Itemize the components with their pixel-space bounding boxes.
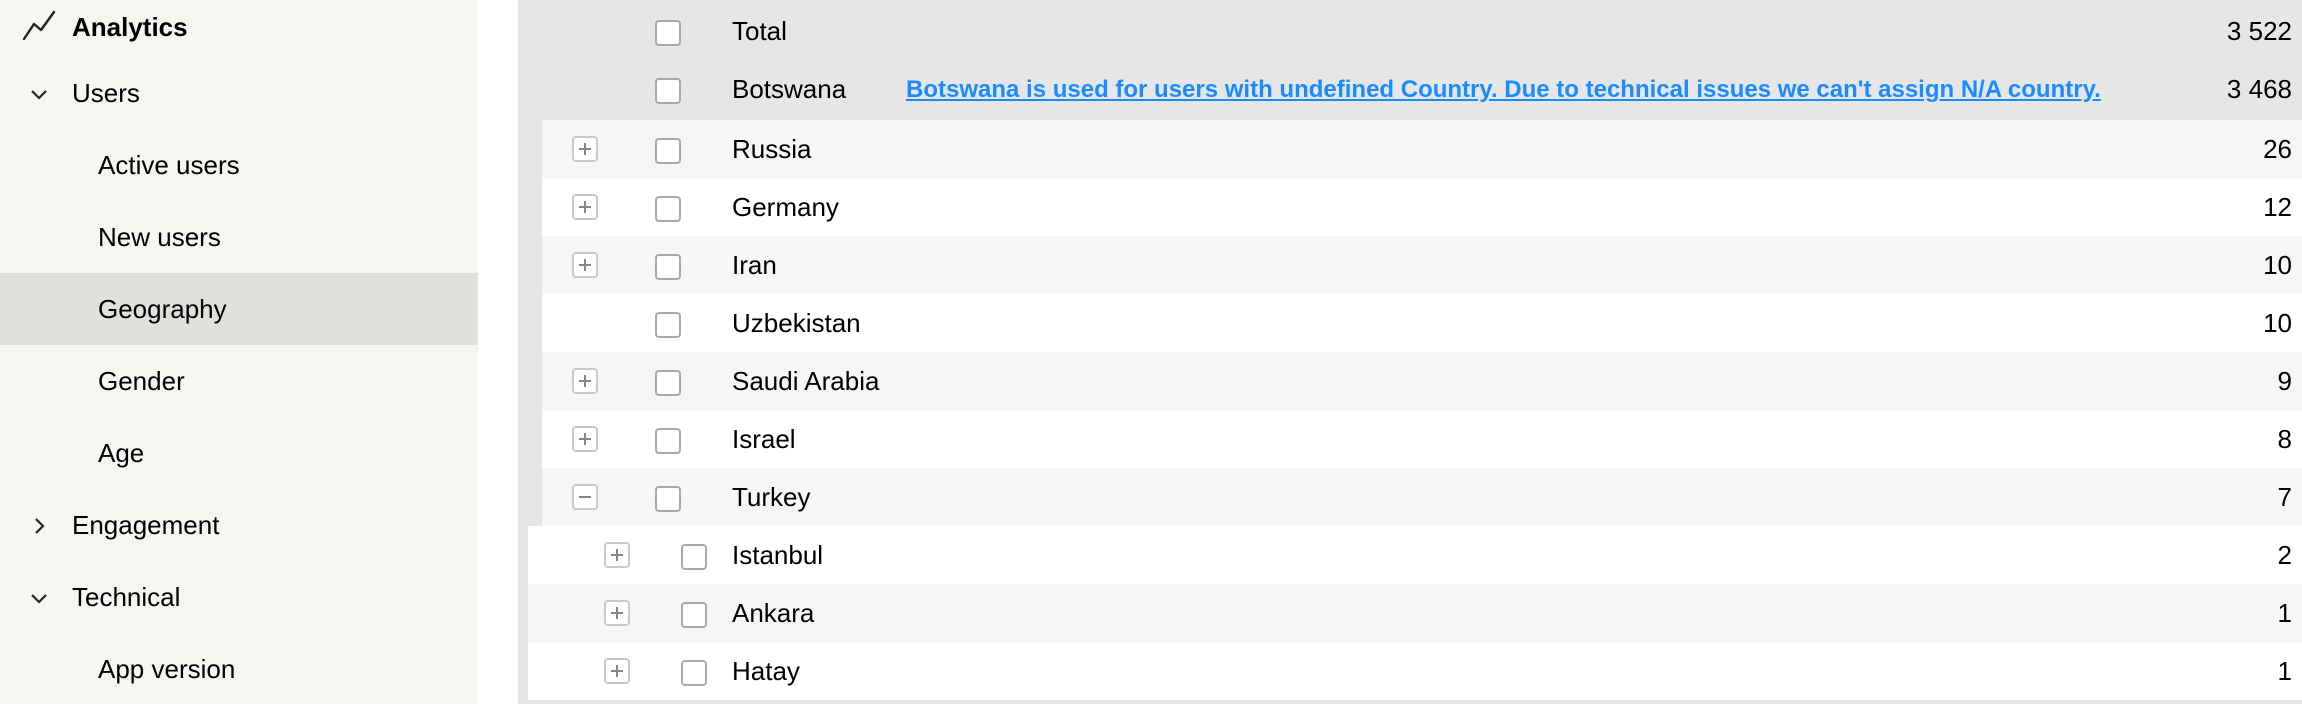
sidebar-item-users[interactable]: Users bbox=[0, 57, 478, 129]
table-row[interactable]: Germany 12 bbox=[542, 178, 2302, 236]
row-label: Botswana bbox=[732, 74, 847, 104]
sidebar-item-label: Technical bbox=[72, 581, 181, 612]
row-checkbox[interactable] bbox=[655, 78, 681, 104]
sidebar-item-label: Age bbox=[98, 437, 145, 468]
row-value: 3 468 bbox=[2226, 74, 2292, 104]
sidebar-item-label: Gender bbox=[98, 365, 185, 396]
row-value: 12 bbox=[2263, 192, 2292, 222]
sidebar-header[interactable]: Analytics bbox=[22, 8, 188, 46]
table-row[interactable]: Russia 26 bbox=[542, 120, 2302, 178]
geography-table: Total 3 522 Botswana Botswana is used for u… bbox=[518, 0, 2302, 704]
expand-plus-icon[interactable] bbox=[604, 542, 630, 568]
sidebar-item-label: Geography bbox=[98, 293, 227, 324]
sidebar-item-active-users[interactable]: Active users bbox=[0, 129, 478, 201]
chevron-right-icon bbox=[28, 513, 50, 535]
chevron-down-icon bbox=[28, 585, 50, 607]
row-checkbox[interactable] bbox=[655, 312, 681, 338]
expand-plus-icon[interactable] bbox=[572, 194, 598, 220]
sidebar-item-label: App version bbox=[98, 653, 236, 684]
expand-plus-icon[interactable] bbox=[604, 600, 630, 626]
row-value: 10 bbox=[2263, 250, 2292, 280]
chevron-down-icon bbox=[28, 81, 50, 103]
table-row[interactable]: Israel 8 bbox=[542, 410, 2302, 468]
row-label: Hatay bbox=[732, 656, 800, 686]
row-value: 9 bbox=[2277, 366, 2292, 396]
row-checkbox[interactable] bbox=[655, 196, 681, 222]
table-row[interactable]: Botswana Botswana is used for users with … bbox=[518, 60, 2302, 118]
row-label: Ankara bbox=[732, 598, 815, 628]
sidebar-item-new-users[interactable]: New users bbox=[0, 201, 478, 273]
sidebar-title: Analytics bbox=[72, 11, 188, 42]
row-value: 7 bbox=[2277, 482, 2292, 512]
sidebar: Analytics Users Active users New users Geog… bbox=[0, 0, 478, 704]
row-checkbox[interactable] bbox=[655, 486, 681, 512]
table-row[interactable]: Uzbekistan 10 bbox=[542, 294, 2302, 352]
sidebar-item-engagement[interactable]: Engagement bbox=[0, 489, 478, 561]
row-label: Uzbekistan bbox=[732, 308, 861, 338]
row-checkbox[interactable] bbox=[655, 428, 681, 454]
row-value: 2 bbox=[2277, 540, 2292, 570]
sidebar-item-label: Active users bbox=[98, 149, 240, 180]
row-label: Israel bbox=[732, 424, 796, 454]
row-value: 1 bbox=[2277, 656, 2292, 686]
row-checkbox[interactable] bbox=[681, 602, 707, 628]
undefined-country-note: Botswana is used for users with undefine… bbox=[906, 76, 2101, 103]
row-value: 10 bbox=[2263, 308, 2292, 338]
row-label: Total bbox=[732, 16, 787, 46]
table-row[interactable]: Total 3 522 bbox=[518, 2, 2302, 60]
table-row[interactable]: Istanbul 2 bbox=[528, 526, 2302, 584]
row-label: Germany bbox=[732, 192, 839, 222]
expand-plus-icon[interactable] bbox=[572, 426, 598, 452]
table-row[interactable]: Turkey 7 bbox=[542, 468, 2302, 526]
sidebar-item-app-version[interactable]: App version bbox=[0, 633, 478, 705]
expand-plus-icon[interactable] bbox=[572, 368, 598, 394]
row-checkbox[interactable] bbox=[655, 370, 681, 396]
row-value: 26 bbox=[2263, 134, 2292, 164]
sidebar-item-age[interactable]: Age bbox=[0, 417, 478, 489]
row-value: 3 522 bbox=[2226, 16, 2292, 46]
row-value: 8 bbox=[2277, 424, 2292, 454]
expand-plus-icon[interactable] bbox=[572, 136, 598, 162]
row-checkbox[interactable] bbox=[681, 660, 707, 686]
expand-plus-icon[interactable] bbox=[572, 252, 598, 278]
table-row[interactable]: Ankara 1 bbox=[528, 584, 2302, 642]
row-label: Istanbul bbox=[732, 540, 824, 570]
sidebar-item-label: Users bbox=[72, 77, 140, 108]
sidebar-item-label: Engagement bbox=[72, 509, 220, 540]
analytics-line-icon bbox=[22, 8, 56, 47]
row-checkbox[interactable] bbox=[655, 20, 681, 46]
row-label: Saudi Arabia bbox=[732, 366, 880, 396]
sidebar-item-geography[interactable]: Geography bbox=[0, 273, 478, 345]
row-checkbox[interactable] bbox=[655, 138, 681, 164]
sidebar-item-gender[interactable]: Gender bbox=[0, 345, 478, 417]
table-row[interactable]: Iran 10 bbox=[542, 236, 2302, 294]
expand-plus-icon[interactable] bbox=[604, 658, 630, 684]
row-value: 1 bbox=[2277, 598, 2292, 628]
row-label: Turkey bbox=[732, 482, 811, 512]
row-label: Russia bbox=[732, 134, 812, 164]
row-checkbox[interactable] bbox=[655, 254, 681, 280]
collapse-minus-icon[interactable] bbox=[572, 484, 598, 510]
sidebar-item-technical[interactable]: Technical bbox=[0, 561, 478, 633]
sidebar-item-label: New users bbox=[98, 221, 221, 252]
table-row[interactable]: Hatay 1 bbox=[528, 642, 2302, 700]
table-row[interactable]: Saudi Arabia 9 bbox=[542, 352, 2302, 410]
row-checkbox[interactable] bbox=[681, 544, 707, 570]
row-label: Iran bbox=[732, 250, 777, 280]
